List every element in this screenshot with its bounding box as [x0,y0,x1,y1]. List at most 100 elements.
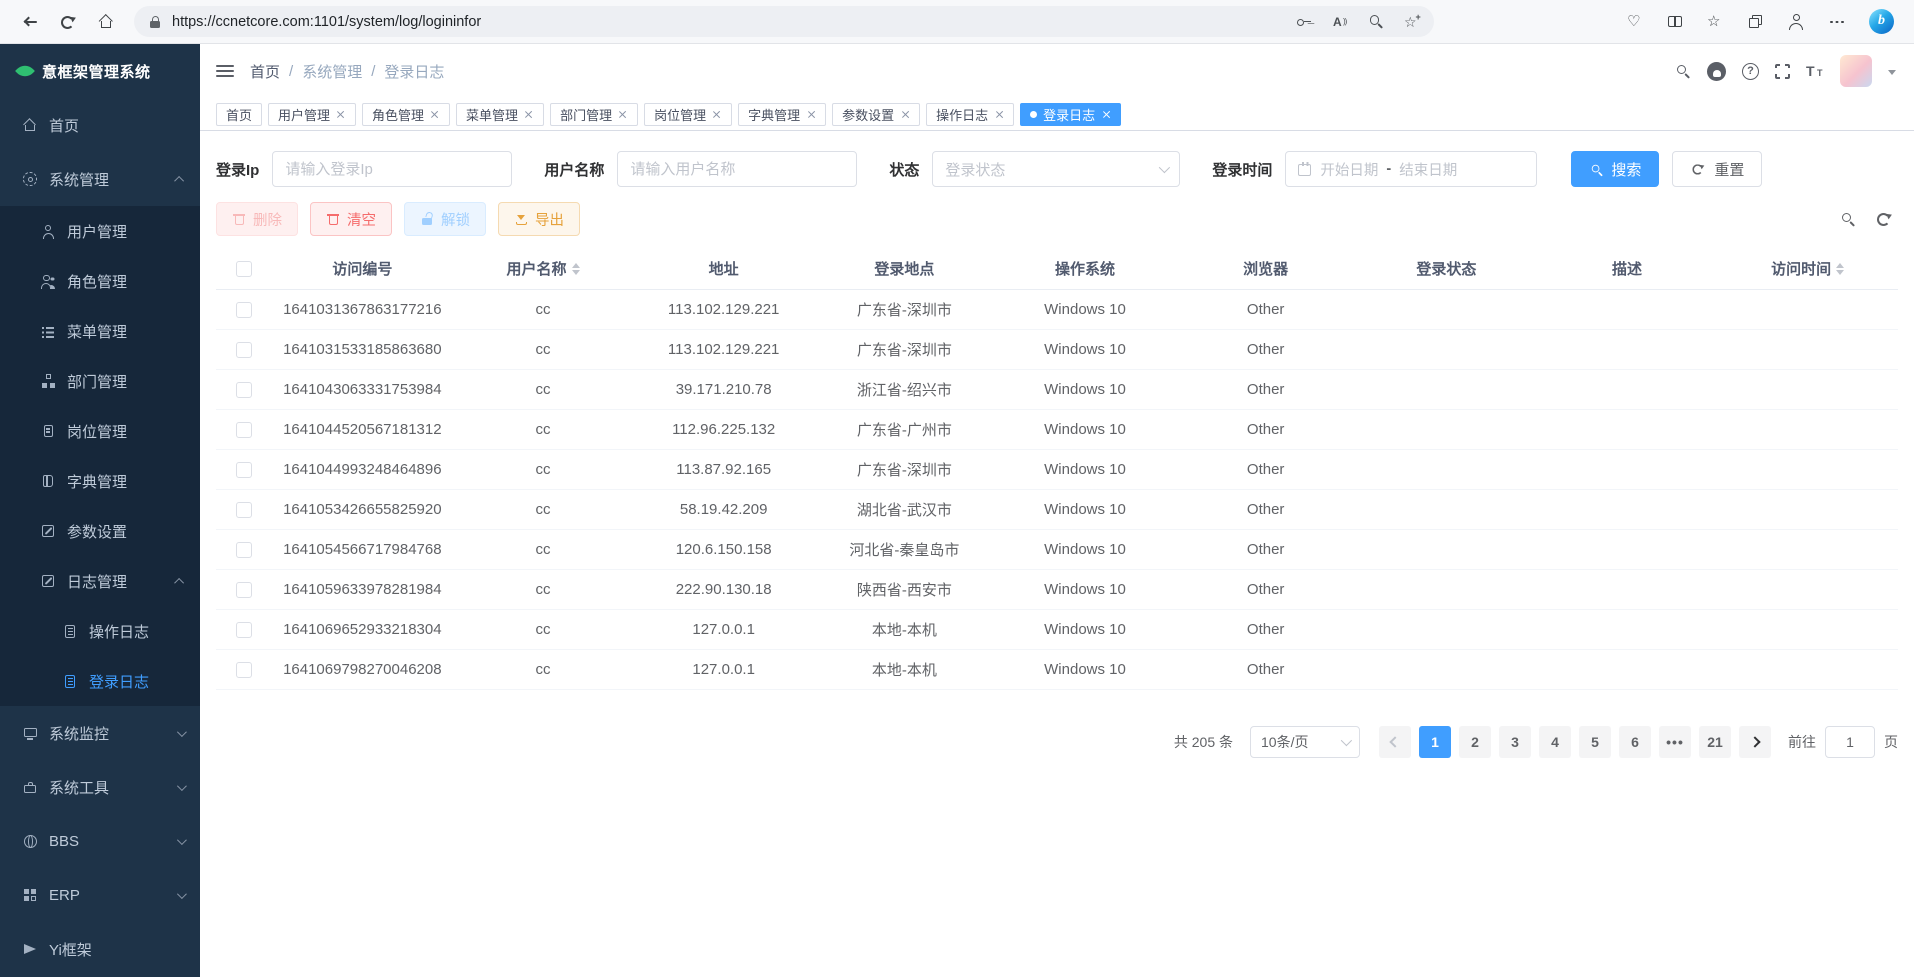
sidebar-item-dept-management[interactable]: 部门管理 [0,356,200,406]
close-tab-icon[interactable] [618,109,628,119]
select-all-checkbox[interactable] [236,261,252,277]
zoom-search-icon[interactable] [1368,14,1384,30]
sidebar-item-dict-management[interactable]: 字典管理 [0,456,200,506]
row-checkbox[interactable] [236,502,252,518]
row-checkbox[interactable] [236,422,252,438]
table-row[interactable]: 1641069798270046208cc127.0.0.1本地-本机Windo… [216,650,1898,690]
table-row[interactable]: 1641053426655825920cc58.19.42.209湖北省-武汉市… [216,490,1898,530]
reset-button[interactable]: 重置 [1672,151,1762,187]
row-checkbox[interactable] [236,462,252,478]
collections-icon[interactable] [1747,14,1763,30]
row-checkbox[interactable] [236,662,252,678]
tab-login-log[interactable]: 登录日志 [1020,103,1121,126]
close-tab-icon[interactable] [1101,109,1111,119]
tab-dict-management[interactable]: 字典管理 [738,103,826,126]
show-search-button[interactable] [1840,211,1856,227]
page-button-2[interactable]: 2 [1459,726,1491,758]
read-aloud-icon[interactable] [1332,14,1348,30]
table-row[interactable]: 1641059633978281984cc222.90.130.18陕西省-西安… [216,570,1898,610]
avatar-caret-icon[interactable] [1888,70,1896,79]
fullscreen-button[interactable] [1775,64,1790,79]
search-button[interactable]: 搜索 [1571,151,1659,187]
sidebar-item-system-tools[interactable]: 系统工具 [0,760,200,814]
sidebar-item-bbs[interactable]: BBS [0,814,200,868]
table-row[interactable]: 1641031367863177216cc113.102.129.221广东省-… [216,290,1898,330]
tab-role-management[interactable]: 角色管理 [362,103,450,126]
sidebar-item-login-log[interactable]: 登录日志 [0,656,200,706]
header-search-button[interactable] [1675,63,1691,79]
table-row[interactable]: 1641031533185863680cc113.102.129.221广东省-… [216,330,1898,370]
sort-desc-icon[interactable] [572,270,580,279]
tab-menu-management[interactable]: 菜单管理 [456,103,544,126]
browser-back-button[interactable] [14,6,46,38]
close-tab-icon[interactable] [336,109,346,119]
github-button[interactable] [1707,62,1726,81]
sidebar-item-user-management[interactable]: 用户管理 [0,206,200,256]
site-lock-icon[interactable] [148,15,162,29]
close-tab-icon[interactable] [900,109,910,119]
row-checkbox[interactable] [236,622,252,638]
clear-button[interactable]: 清空 [310,202,392,236]
login-ip-input[interactable] [272,151,512,187]
more-pages-button[interactable]: ••• [1659,726,1691,758]
bing-copilot-icon[interactable] [1869,9,1894,34]
tab-param-settings[interactable]: 参数设置 [832,103,920,126]
collapse-sidebar-button[interactable] [216,64,234,78]
close-tab-icon[interactable] [994,109,1004,119]
table-row[interactable]: 1641044993248464896cc113.87.92.165广东省-深圳… [216,450,1898,490]
sidebar-item-operation-log[interactable]: 操作日志 [0,606,200,656]
row-checkbox[interactable] [236,302,252,318]
browser-menu-icon[interactable] [1829,14,1845,30]
browser-address-bar[interactable]: https://ccnetcore.com:1101/system/log/lo… [134,6,1434,37]
sidebar-item-log-management[interactable]: 日志管理 [0,556,200,606]
table-row[interactable]: 1641054566717984768cc120.6.150.158河北省-秦皇… [216,530,1898,570]
url-text[interactable]: https://ccnetcore.com:1101/system/log/lo… [172,14,481,30]
column-header-user[interactable]: 用户名称 [453,258,634,279]
table-row[interactable]: 1641044520567181312cc112.96.225.132广东省-广… [216,410,1898,450]
user-avatar[interactable] [1840,55,1872,87]
page-size-select[interactable]: 10条/页 [1250,726,1360,758]
next-page-button[interactable] [1739,726,1771,758]
sort-asc-icon[interactable] [1836,259,1844,268]
sidebar-item-home[interactable]: 首页 [0,98,200,152]
refresh-table-button[interactable] [1876,211,1892,227]
page-button-3[interactable]: 3 [1499,726,1531,758]
breadcrumb-item[interactable]: 首页 [250,61,280,82]
page-button-5[interactable]: 5 [1579,726,1611,758]
row-checkbox[interactable] [236,582,252,598]
password-key-icon[interactable] [1296,14,1312,30]
sidebar-item-param-settings[interactable]: 参数设置 [0,506,200,556]
font-size-button[interactable] [1806,63,1824,79]
table-row[interactable]: 1641043063331753984cc39.171.210.78浙江省-绍兴… [216,370,1898,410]
browser-profile-icon[interactable] [1787,13,1805,31]
tab-operation-log[interactable]: 操作日志 [926,103,1014,126]
tab-user-management[interactable]: 用户管理 [268,103,356,126]
sort-control[interactable] [572,259,580,279]
sort-asc-icon[interactable] [572,259,580,268]
close-tab-icon[interactable] [430,109,440,119]
sidebar-item-post-management[interactable]: 岗位管理 [0,406,200,456]
sidebar-item-role-management[interactable]: 角色管理 [0,256,200,306]
page-button-1[interactable]: 1 [1419,726,1451,758]
column-header-time[interactable]: 访问时间 [1717,258,1898,279]
row-checkbox[interactable] [236,342,252,358]
page-button-6[interactable]: 6 [1619,726,1651,758]
browser-home-button[interactable] [90,6,122,38]
goto-page-input[interactable] [1825,726,1875,758]
sidebar-item-system-management[interactable]: 系统管理 [0,152,200,206]
status-select[interactable]: 登录状态 [932,151,1180,187]
page-button-21[interactable]: 21 [1699,726,1731,758]
page-button-4[interactable]: 4 [1539,726,1571,758]
table-row[interactable]: 1641069652933218304cc127.0.0.1本地-本机Windo… [216,610,1898,650]
sidebar-item-menu-management[interactable]: 菜单管理 [0,306,200,356]
browser-essentials-icon[interactable] [1627,14,1643,30]
favorites-icon[interactable] [1707,14,1723,30]
close-tab-icon[interactable] [524,109,534,119]
export-button[interactable]: 导出 [498,202,580,236]
tab-dept-management[interactable]: 部门管理 [550,103,638,126]
login-time-range-picker[interactable]: 开始日期 - 结束日期 [1285,151,1537,187]
close-tab-icon[interactable] [712,109,722,119]
sort-desc-icon[interactable] [1836,270,1844,279]
tab-post-management[interactable]: 岗位管理 [644,103,732,126]
split-screen-icon[interactable] [1667,14,1683,30]
